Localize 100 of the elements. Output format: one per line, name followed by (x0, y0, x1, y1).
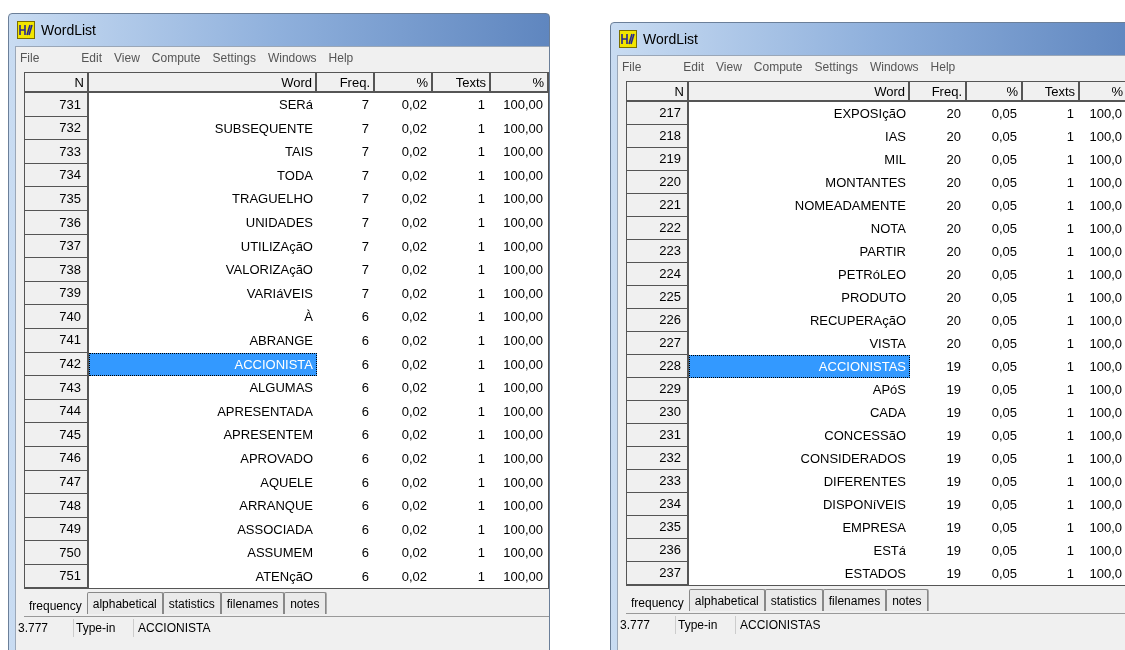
table-cell-text: 100,00 (502, 143, 544, 162)
tab[interactable]: statistics (162, 592, 221, 615)
table-cell-text: 1 (1065, 265, 1075, 284)
word-cell[interactable]: RECUPERAçãO (689, 309, 910, 332)
menu-item[interactable]: Compute (151, 49, 201, 67)
tab[interactable]: notes (886, 589, 928, 611)
word-cell[interactable]: ATENçãO (89, 564, 317, 589)
row-number: 738 (25, 258, 89, 282)
tab[interactable]: alphabetical (688, 589, 765, 611)
word-cell[interactable]: DISPONíVEIS (689, 493, 910, 516)
word-cell[interactable]: VARIáVEIS (89, 281, 317, 306)
word-cell[interactable]: EMPRESA (689, 516, 910, 539)
word-cell[interactable]: EXPOSIçãO (689, 102, 910, 125)
word-cell[interactable]: VALORIZAçãO (89, 258, 317, 282)
word-cell[interactable]: APóS (689, 378, 910, 401)
table-cell-text: 20 (945, 150, 962, 169)
tab[interactable]: filenames (220, 592, 285, 615)
menu-item[interactable]: File (622, 58, 642, 76)
tab[interactable]: statistics (764, 589, 823, 611)
table-cell-text: 7 (360, 96, 370, 115)
column-header[interactable]: % (491, 73, 549, 91)
word-cell[interactable]: ASSUMEM (89, 541, 317, 565)
word-cell[interactable]: PETRóLEO (689, 263, 910, 286)
menu-item[interactable]: Windows (267, 49, 317, 67)
column-header[interactable]: Texts (433, 73, 491, 91)
table-cell-text: 0,02 (400, 567, 428, 586)
column-header[interactable]: Freq. (317, 73, 375, 91)
word-cell[interactable]: TODA (89, 163, 317, 188)
column-header[interactable]: Freq. (910, 82, 967, 100)
word-cell[interactable]: ESTá (689, 539, 910, 562)
table-cell-text: 20 (945, 219, 962, 238)
menu-item[interactable]: View (716, 58, 742, 76)
word-cell[interactable]: DIFERENTES (689, 470, 910, 493)
word-cell[interactable]: ALGUMAS (89, 376, 317, 400)
word-cell[interactable]: AQUELE (89, 470, 317, 495)
word-cell[interactable]: NOMEADAMENTE (689, 194, 910, 217)
word-cell[interactable]: TRAGUELHO (89, 187, 317, 211)
word-cell[interactable]: ASSOCIADA (89, 517, 317, 542)
column-header[interactable]: N (627, 82, 689, 100)
menu-item[interactable]: Settings (814, 58, 858, 76)
menu-item[interactable]: View (114, 49, 140, 67)
word-cell[interactable]: PARTIR (689, 240, 910, 263)
table-cell-text: 100,00 (502, 237, 544, 256)
table-cell-text: 0,02 (400, 261, 428, 280)
menu-item[interactable]: Settings (212, 49, 256, 67)
word-cell[interactable]: NOTA (689, 217, 910, 240)
word-cell[interactable]: SERá (89, 93, 317, 117)
tab[interactable]: alphabetical (86, 592, 163, 615)
column-header[interactable]: Word (89, 73, 317, 91)
status-field: 3.777 (618, 616, 676, 634)
word-cell[interactable]: MIL (689, 148, 910, 171)
word-cell[interactable]: APRESENTADA (89, 399, 317, 424)
app-logo-icon (17, 21, 35, 39)
table-cell-text: 20 (945, 242, 962, 261)
column-header[interactable]: Word (689, 82, 910, 100)
column-header[interactable]: % (375, 73, 433, 91)
column-header[interactable]: Texts (1023, 82, 1080, 100)
word-cell[interactable]: PRODUTO (689, 286, 910, 309)
word-cell[interactable]: IAS (689, 125, 910, 148)
word-cell[interactable]: À (89, 305, 317, 329)
word-cell[interactable]: ABRANGE (89, 328, 317, 353)
word-cell[interactable]: ESTADOS (689, 562, 910, 585)
table-cell-text: 6 (360, 520, 370, 539)
word-cell[interactable]: UNIDADES (89, 210, 317, 235)
table-cell-text: 19 (945, 564, 962, 583)
table-cell-text: 100,00 (502, 567, 544, 586)
table-cell-text: 6 (360, 449, 370, 468)
word-cell[interactable]: CONSIDERADOS (689, 447, 910, 470)
table-cell-text: 6 (360, 473, 370, 492)
menu-item[interactable]: Help (930, 58, 956, 76)
table-cell-text: 1 (476, 237, 486, 256)
word-cell[interactable]: ARRANQUE (89, 494, 317, 518)
table-cell-text: 0,02 (400, 284, 428, 303)
word-cell[interactable]: APRESENTEM (89, 423, 317, 447)
word-cell[interactable]: CONCESSãO (689, 424, 910, 447)
menu-item[interactable]: Edit (81, 49, 103, 67)
menu-item[interactable]: Windows (869, 58, 919, 76)
word-cell[interactable]: UTILIZAçãO (89, 234, 317, 259)
tab[interactable]: notes (284, 592, 326, 615)
table-cell-text: 1 (476, 567, 486, 586)
table-cell-text: 19 (945, 495, 962, 514)
table-cell-text: 20 (945, 288, 962, 307)
column-header[interactable]: % (1080, 82, 1125, 100)
menu-item[interactable]: File (20, 49, 40, 67)
menu-item[interactable]: Help (328, 49, 354, 67)
word-cell[interactable]: SUBSEQUENTE (89, 116, 317, 141)
menu-item[interactable]: Compute (753, 58, 803, 76)
table-cell-text: 100,00 (502, 520, 544, 539)
menu-item[interactable]: Edit (683, 58, 705, 76)
word-cell[interactable]: CADA (689, 401, 910, 424)
word-cell[interactable]: TAIS (89, 140, 317, 164)
table-cell-text: 1 (1065, 449, 1075, 468)
word-cell[interactable]: VISTA (689, 332, 910, 355)
column-header[interactable]: % (967, 82, 1023, 100)
table-cell-text: 100,00 (502, 190, 544, 209)
word-cell[interactable]: MONTANTES (689, 171, 910, 194)
word-cell[interactable]: APROVADO (89, 446, 317, 471)
column-header[interactable]: N (25, 73, 89, 91)
table-cell-text: 1 (476, 261, 486, 280)
tab[interactable]: filenames (822, 589, 887, 611)
